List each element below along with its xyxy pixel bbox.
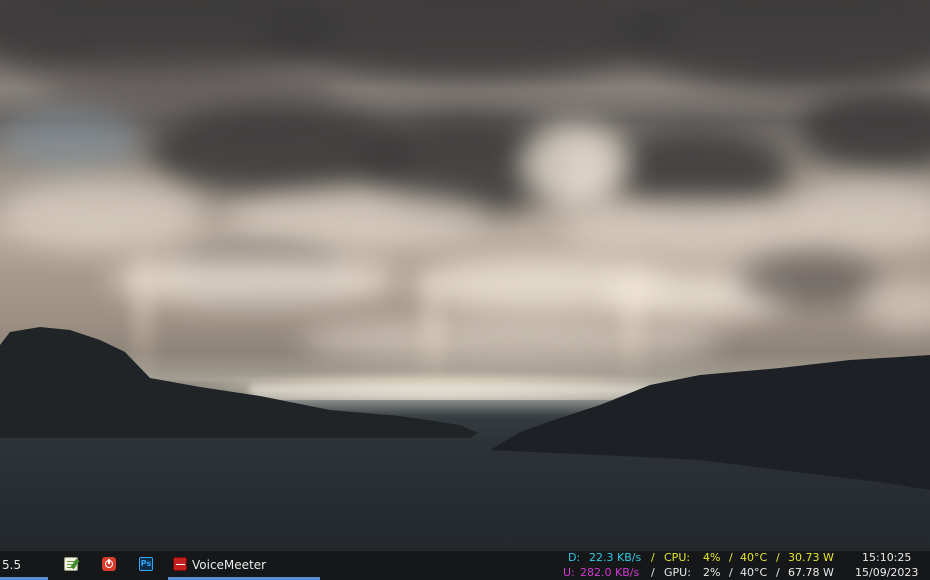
power-icon[interactable] (102, 557, 116, 571)
voicemeeter-label[interactable]: VoiceMeeter (192, 558, 266, 572)
gpu-separator-3: / (776, 566, 780, 579)
cpu-temp: 40°C (740, 551, 768, 564)
network-up-value: 282.0 KB/s (580, 566, 640, 579)
network-down-label: D: (568, 551, 581, 564)
gpu-separator-2: / (729, 566, 733, 579)
clock-time[interactable]: 15:10:25 (862, 551, 911, 564)
taskbar-partial-label[interactable]: 5.5 (2, 558, 21, 572)
cpu-power: 30.73 W (788, 551, 834, 564)
cpu-separator-2: / (729, 551, 733, 564)
gpu-separator-1: / (651, 566, 655, 579)
photoshop-icon[interactable]: Ps (139, 557, 153, 571)
cpu-separator-3: / (776, 551, 780, 564)
gpu-label: GPU: (664, 566, 691, 579)
notepad-icon[interactable] (64, 557, 80, 571)
clock-date[interactable]: 15/09/2023 (855, 566, 918, 579)
gpu-temp: 40°C (740, 566, 768, 579)
network-up-label: U: (563, 566, 575, 579)
cpu-label: CPU: (664, 551, 691, 564)
island-silhouettes (0, 327, 930, 490)
gpu-power: 67.78 W (788, 566, 834, 579)
cpu-separator-1: / (651, 551, 655, 564)
network-down-value: 22.3 KB/s (589, 551, 642, 564)
desktop-wallpaper (0, 0, 930, 550)
cpu-usage: 4% (703, 551, 721, 564)
voicemeeter-icon[interactable] (173, 557, 187, 571)
gpu-usage: 2% (703, 566, 721, 579)
